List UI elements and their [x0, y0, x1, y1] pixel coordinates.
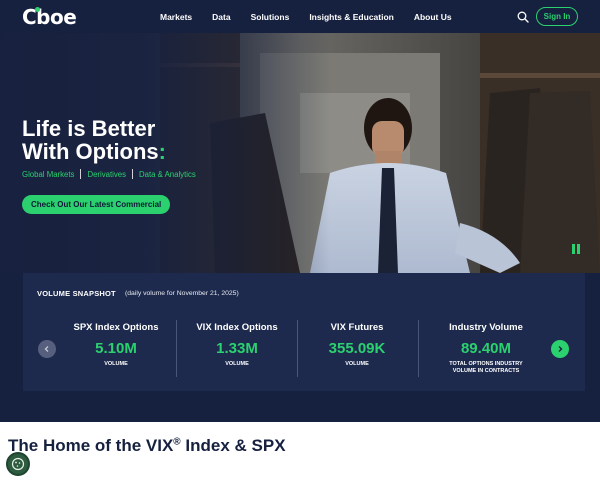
main-nav: Markets Data Solutions Insights & Educat…	[160, 0, 472, 33]
stat-spx-index-options: SPX Index Options 5.10M VOLUME	[56, 317, 176, 377]
logo-text: Cboe	[22, 5, 77, 29]
hero-title: Life is Better With Options:	[22, 117, 262, 163]
link-global-markets[interactable]: Global Markets	[22, 170, 74, 179]
stat-vix-index-options: VIX Index Options 1.33M VOLUME	[177, 317, 297, 377]
section-title: The Home of the VIX® Index & SPX	[8, 436, 286, 456]
cookie-settings-button[interactable]	[6, 452, 30, 476]
nav-item-insights-education[interactable]: Insights & Education	[309, 12, 394, 22]
hero-links: Global Markets Derivatives Data & Analyt…	[22, 169, 196, 179]
stat-value: 89.40M	[460, 340, 512, 357]
stat-name: VIX Index Options	[196, 322, 278, 333]
cta-commercial-button[interactable]: Check Out Our Latest Commercial	[22, 195, 171, 214]
stat-name: VIX Futures	[330, 322, 384, 333]
nav-item-markets[interactable]: Markets	[160, 12, 192, 22]
volume-stats: SPX Index Options 5.10M VOLUME VIX Index…	[61, 317, 549, 377]
cboe-logo[interactable]: Cboe	[22, 5, 77, 29]
nav-item-data[interactable]: Data	[212, 12, 230, 22]
pause-icon[interactable]	[572, 244, 580, 254]
stat-vix-futures: VIX Futures 355.09K VOLUME	[297, 317, 417, 377]
chevron-right-icon	[558, 346, 563, 352]
registered-mark: ®	[173, 436, 181, 448]
carousel-prev-button[interactable]	[38, 340, 56, 358]
cookie-icon	[11, 457, 25, 471]
link-data-analytics[interactable]: Data & Analytics	[139, 170, 196, 179]
carousel-next-button[interactable]	[551, 340, 569, 358]
hero-banner: Life is Better With Options: Global Mark…	[0, 33, 600, 273]
stat-name: Industry Volume	[449, 322, 523, 333]
logo-dot	[35, 7, 40, 12]
link-separator	[80, 169, 82, 179]
nav-item-solutions[interactable]: Solutions	[251, 12, 290, 22]
stat-label: TOTAL OPTIONS INDUSTRY VOLUME IN CONTRAC…	[449, 361, 523, 374]
volume-snapshot-title: VOLUME SNAPSHOT	[37, 289, 116, 298]
hero-title-line2: With Options	[22, 139, 159, 164]
section-title-pre: The Home of the VIX	[8, 436, 174, 455]
stat-value: 1.33M	[216, 340, 258, 357]
chevron-left-icon	[44, 346, 49, 352]
stat-label: VOLUME	[345, 361, 369, 367]
stat-industry-volume: Industry Volume 89.40M TOTAL OPTIONS IND…	[423, 317, 549, 377]
link-separator	[132, 169, 133, 179]
stat-value: 355.09K	[328, 340, 386, 357]
site-header: Cboe Markets Data Solutions Insights & E…	[0, 0, 600, 33]
section-title-post: Index & SPX	[180, 436, 286, 455]
nav-item-about-us[interactable]: About Us	[414, 12, 452, 22]
link-derivatives[interactable]: Derivatives	[87, 170, 126, 179]
stat-name: SPX Index Options	[73, 322, 159, 333]
volume-snapshot-date: (daily volume for November 21, 2025)	[125, 290, 239, 297]
stat-label: VOLUME	[104, 361, 128, 367]
stat-value: 5.10M	[95, 340, 137, 357]
hero-title-colon: :	[158, 139, 166, 164]
stat-divider	[418, 320, 419, 377]
stat-label: VOLUME	[225, 361, 249, 367]
volume-snapshot-card: VOLUME SNAPSHOT (daily volume for Novemb…	[23, 273, 585, 391]
hero-title-line1: Life is Better	[22, 116, 156, 141]
search-icon[interactable]	[517, 11, 529, 23]
volume-band: VOLUME SNAPSHOT (daily volume for Novemb…	[0, 273, 600, 422]
sign-in-button[interactable]: Sign In	[536, 7, 578, 26]
